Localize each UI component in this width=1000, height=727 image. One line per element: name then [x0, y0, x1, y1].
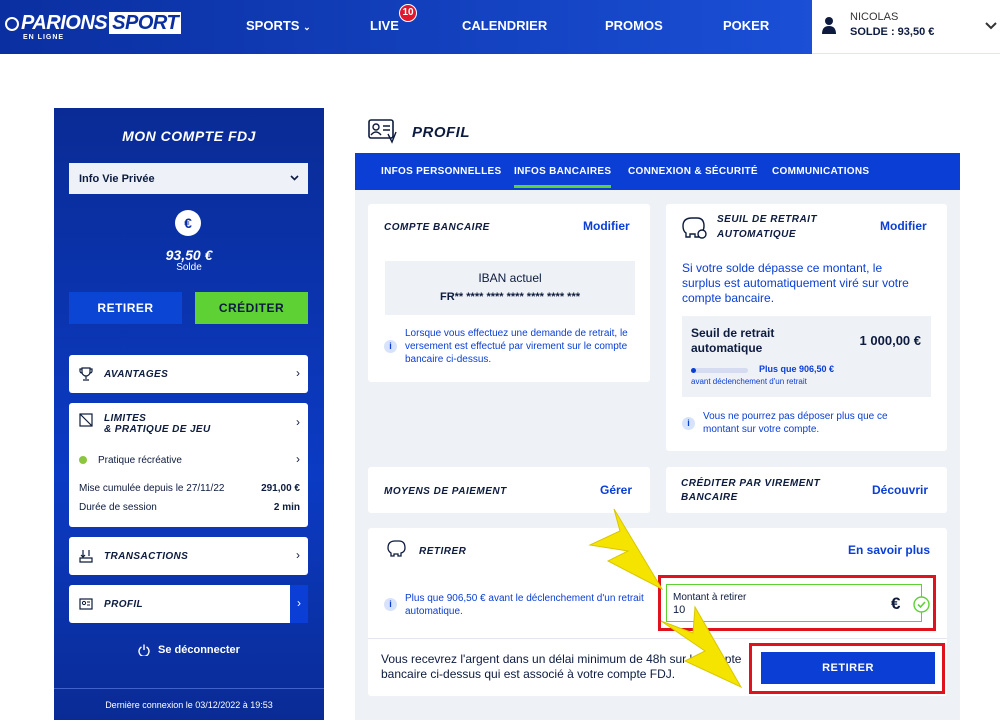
chevron-down-icon [985, 22, 997, 30]
limits-icon [79, 413, 93, 427]
sidebar-item-label: AVANTAGES [104, 369, 169, 380]
profile-tabs: INFOS PERSONNELLES INFOS BANCAIRES CONNE… [355, 153, 960, 190]
chevron-right-icon[interactable]: › [296, 452, 300, 466]
sidebar-item-limites[interactable]: LIMITES & PRATIQUE DE JEU › Pratique réc… [69, 403, 308, 527]
sidebar-balance: 93,50 € [165, 247, 213, 263]
seuil-progress-sub: avant déclenchement d'un retrait [691, 377, 807, 386]
piggy-bank-icon [387, 540, 406, 557]
sidebar-item-transactions[interactable]: TRANSACTIONS › [69, 537, 308, 575]
chevron-down-icon: ⌄ [303, 22, 311, 32]
info-icon: i [384, 598, 397, 611]
logo-sub: EN LIGNE [23, 34, 65, 41]
nav-promos[interactable]: PROMOS [605, 18, 663, 33]
chevron-down-icon [290, 175, 299, 181]
retirer-savoir-plus-link[interactable]: En savoir plus [848, 543, 930, 557]
trophy-icon [79, 367, 93, 381]
nav-sports-label: SPORTS [246, 18, 300, 33]
moyens-gerer-link[interactable]: Gérer [600, 483, 632, 497]
seuil-info-text: Vous ne pourrez pas déposer plus que ce … [703, 411, 888, 435]
seuil-box: Seuil de retrait automatique 1 000,00 € … [682, 316, 931, 397]
sidebar-item-label: TRANSACTIONS [104, 551, 189, 562]
info-icon: i [384, 340, 397, 353]
nav-poker[interactable]: POKER [723, 18, 769, 33]
euro-icon: € [175, 210, 201, 236]
tab-connexion-securite[interactable]: CONNEXION & SÉCURITÉ [628, 166, 758, 177]
virement-title: CRÉDITER PAR VIREMENT [681, 478, 821, 489]
retirer-title: RETIRER [419, 546, 467, 557]
seuil-title-2: AUTOMATIQUE [717, 229, 797, 240]
duree-label: Durée de session [79, 502, 157, 513]
seuil-modifier-link[interactable]: Modifier [880, 219, 927, 233]
chevron-right-icon: › [296, 415, 300, 429]
pratique-label: Pratique récréative [98, 455, 182, 466]
power-icon [138, 644, 150, 658]
parions-sport-logo[interactable]: PARIONS SPORT EN LIGNE [5, 12, 182, 41]
sidebar-title: MON COMPTE FDJ [122, 128, 256, 144]
iban-value: FR** **** **** **** **** **** *** [439, 291, 581, 303]
logout-label: Se déconnecter [158, 644, 240, 656]
sidebar-retirer-button[interactable]: RETIRER [69, 292, 182, 324]
profile-card-icon [368, 119, 397, 144]
yellow-arrow-icon [588, 508, 664, 591]
yellow-arrow-icon [660, 605, 743, 689]
chevron-right-icon[interactable]: › [290, 585, 308, 623]
user-balance: SOLDE : 93,50 € [850, 26, 935, 38]
sidebar-item-label: LIMITES [104, 413, 147, 424]
piggy-gear-icon [682, 217, 707, 239]
chevron-right-icon: › [296, 548, 300, 562]
compte-info-text: Lorsque vous effectuez une demande de re… [405, 328, 628, 365]
logo-main: PARIONS [21, 12, 108, 34]
sidebar-balance-label: Solde [176, 262, 202, 273]
sidebar-crediter-button[interactable]: CRÉDITER [195, 292, 308, 324]
compte-bancaire-title: COMPTE BANCAIRE [384, 222, 490, 233]
sidebar-select-value: Info Vie Privée [79, 173, 155, 185]
nav-sports[interactable]: SPORTS ⌄ [246, 18, 311, 33]
sidebar-item-label: PROFIL [104, 599, 144, 610]
transactions-icon [79, 550, 93, 563]
retirer-info-text: Plus que 906,50 € avant le déclenchement… [405, 593, 644, 617]
iban-box: IBAN actuel FR** **** **** **** **** ***… [385, 261, 635, 315]
seuil-box-value: 1 000,00 € [859, 333, 921, 348]
virement-decouvrir-link[interactable]: Découvrir [872, 483, 928, 497]
iban-label: IBAN actuel [478, 271, 542, 285]
sidebar-item-profil[interactable]: PROFIL [69, 585, 305, 623]
seuil-progress-fill [691, 368, 697, 373]
tab-communications[interactable]: COMMUNICATIONS [772, 166, 869, 177]
logo-sport: SPORT [109, 12, 182, 34]
duree-value: 2 min [273, 502, 300, 513]
nav-calendrier[interactable]: CALENDRIER [462, 18, 547, 33]
live-count-badge: 10 [399, 4, 417, 22]
account-sidebar: MON COMPTE FDJ Info Vie Privée € 93,50 €… [54, 108, 324, 720]
virement-title-2: BANCAIRE [681, 492, 738, 503]
seuil-title: SEUIL DE RETRAIT [717, 214, 818, 225]
chevron-right-icon: › [296, 366, 300, 380]
seuil-progress-bar [691, 368, 748, 373]
mise-label: Mise cumulée depuis le 27/11/22 [79, 483, 225, 494]
ball-icon [5, 16, 19, 31]
seuil-box-label: Seuil de retrait automatique [691, 326, 775, 355]
page-title: PROFIL [412, 124, 470, 141]
highlight-box-retirer [749, 643, 945, 694]
seuil-description: Si votre solde dépasse ce montant, le su… [682, 261, 909, 305]
compte-modifier-link[interactable]: Modifier [583, 219, 630, 233]
sidebar-item-avantages[interactable]: AVANTAGES › [69, 355, 308, 393]
moyens-title: MOYENS DE PAIEMENT [384, 486, 507, 497]
top-nav: PARIONS SPORT EN LIGNE SPORTS ⌄ LIVE 10 C… [0, 0, 812, 54]
info-icon: i [682, 417, 695, 430]
sidebar-select[interactable]: Info Vie Privée [69, 163, 308, 194]
logout-button[interactable]: Se déconnecter [54, 644, 324, 658]
tab-infos-personnelles[interactable]: INFOS PERSONNELLES [381, 166, 501, 177]
mise-value: 291,00 € [261, 483, 300, 494]
last-login: Dernière connexion le 03/12/2022 à 19:53 [54, 688, 324, 720]
profile-card-icon [79, 598, 93, 610]
user-account-menu[interactable]: NICOLAS SOLDE : 93,50 € [812, 0, 1000, 54]
status-dot-icon [79, 456, 87, 464]
user-name: NICOLAS [850, 11, 899, 23]
user-icon [822, 17, 836, 34]
tab-infos-bancaires[interactable]: INFOS BANCAIRES [514, 166, 612, 188]
sidebar-item-label-2: & PRATIQUE DE JEU [104, 424, 211, 435]
nav-live[interactable]: LIVE [370, 18, 399, 33]
seuil-progress-text: Plus que 906,50 € [759, 364, 835, 374]
